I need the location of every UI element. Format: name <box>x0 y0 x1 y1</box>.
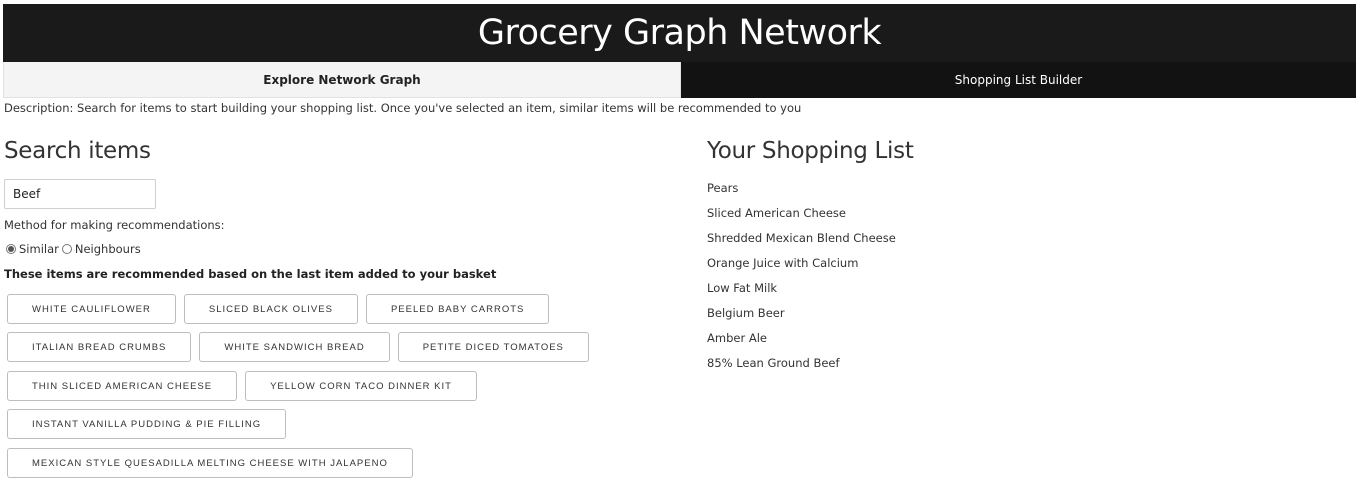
recommendation-button[interactable]: MEXICAN STYLE QUESADILLA MELTING CHEESE … <box>7 448 413 478</box>
recommendation-button[interactable]: WHITE CAULIFLOWER <box>7 294 176 324</box>
page-description: Description: Search for items to start b… <box>4 101 802 115</box>
shopping-list-item: Shredded Mexican Blend Cheese <box>707 231 896 245</box>
recommendation-row: THIN SLICED AMERICAN CHEESE YELLOW CORN … <box>7 371 485 401</box>
recommendation-button[interactable]: SLICED BLACK OLIVES <box>183 294 358 324</box>
recommendation-button[interactable]: ITALIAN BREAD CRUMBS <box>7 332 192 362</box>
recommendation-button[interactable]: THIN SLICED AMERICAN CHEESE <box>7 371 238 401</box>
method-option-similar[interactable]: Similar <box>6 242 59 256</box>
method-label: Method for making recommendations: <box>4 218 225 232</box>
tab-bar: Explore Network Graph Shopping List Buil… <box>3 62 1356 98</box>
search-input[interactable] <box>4 179 156 209</box>
app-title: Grocery Graph Network <box>477 13 882 53</box>
recommendation-button[interactable]: PETITE DICED TOMATOES <box>397 332 589 362</box>
recommendation-button[interactable]: YELLOW CORN TACO DINNER KIT <box>245 371 477 401</box>
recommendation-button[interactable]: PEELED BABY CARROTS <box>365 294 550 324</box>
tab-explore-network-graph[interactable]: Explore Network Graph <box>3 62 681 98</box>
method-option-neighbours[interactable]: Neighbours <box>61 242 141 256</box>
method-option-label: Similar <box>19 242 59 256</box>
method-radio-group: Similar Neighbours <box>6 242 144 256</box>
shopping-list-item: Sliced American Cheese <box>707 206 846 220</box>
app-header: Grocery Graph Network <box>3 4 1356 62</box>
recommendation-row: MEXICAN STYLE QUESADILLA MELTING CHEESE … <box>7 448 421 478</box>
shopping-list: Pears Sliced American Cheese Shredded Me… <box>707 181 896 381</box>
recommendation-row: INSTANT VANILLA PUDDING & PIE FILLING <box>7 409 294 439</box>
shopping-list-item: Pears <box>707 181 739 195</box>
recommendation-row: WHITE CAULIFLOWER SLICED BLACK OLIVES PE… <box>7 294 557 324</box>
recommendation-button[interactable]: WHITE SANDWICH BREAD <box>199 332 390 362</box>
tab-shopping-list-builder[interactable]: Shopping List Builder <box>681 62 1356 98</box>
shopping-list-item: Low Fat Milk <box>707 281 778 295</box>
radio-selected-icon[interactable] <box>6 244 16 254</box>
shopping-list-item: Belgium Beer <box>707 306 785 320</box>
shopping-list-item: Amber Ale <box>707 331 767 345</box>
shopping-list-item: Orange Juice with Calcium <box>707 256 859 270</box>
recommendation-row: ITALIAN BREAD CRUMBS WHITE SANDWICH BREA… <box>7 332 597 362</box>
shopping-list-item: 85% Lean Ground Beef <box>707 356 840 370</box>
recommendations-heading: These items are recommended based on the… <box>4 267 497 281</box>
radio-unselected-icon[interactable] <box>61 244 72 254</box>
search-section-title: Search items <box>4 138 151 164</box>
shopping-list-title: Your Shopping List <box>707 138 914 164</box>
method-option-label: Neighbours <box>74 242 141 256</box>
recommendation-button[interactable]: INSTANT VANILLA PUDDING & PIE FILLING <box>7 409 287 439</box>
